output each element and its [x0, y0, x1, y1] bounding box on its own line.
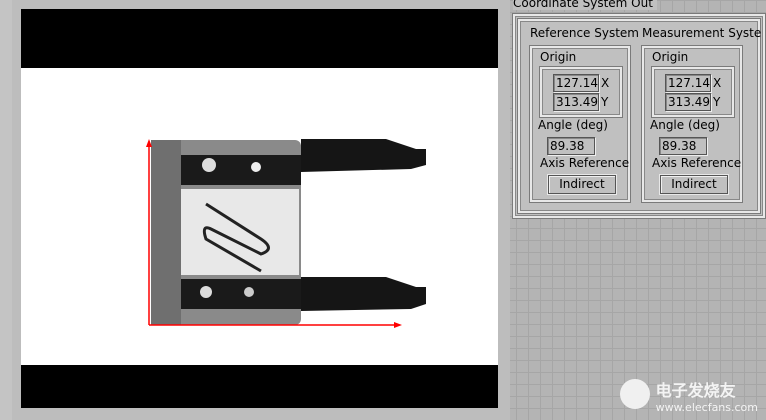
axis-reference-selector[interactable]: Indirect	[660, 175, 728, 194]
bottom-band	[21, 365, 498, 408]
origin-y-value: 313.49	[665, 93, 711, 111]
origin-label: Origin	[540, 50, 577, 64]
axis-reference-selector[interactable]: Indirect	[548, 175, 616, 194]
origin-label: Origin	[652, 50, 689, 64]
panel-title: Coordinate System Out	[513, 0, 657, 10]
axis-reference-label: Axis Reference	[540, 156, 630, 170]
fuse-image	[21, 9, 498, 408]
origin-y-value: 313.49	[553, 93, 599, 111]
axis-reference-label: Axis Reference	[652, 156, 742, 170]
watermark-url: www.elecfans.com	[655, 401, 758, 414]
angle-label: Angle (deg)	[538, 118, 608, 132]
x-label: X	[601, 76, 610, 90]
watermark-text: 电子发烧友	[655, 381, 736, 400]
angle-value: 89.38	[547, 137, 595, 155]
system-title: Measurement Syste	[642, 26, 762, 40]
y-label: Y	[713, 95, 721, 109]
top-band	[21, 9, 498, 68]
angle-value: 89.38	[659, 137, 707, 155]
watermark-logo-icon	[619, 379, 650, 409]
y-label: Y	[601, 95, 609, 109]
origin-x-value: 127.14	[665, 74, 711, 92]
x-label: X	[713, 76, 722, 90]
angle-label: Angle (deg)	[650, 118, 720, 132]
system-title: Reference System	[530, 26, 639, 40]
watermark: 电子发烧友 www.elecfans.com	[619, 377, 758, 414]
origin-x-value: 127.14	[553, 74, 599, 92]
